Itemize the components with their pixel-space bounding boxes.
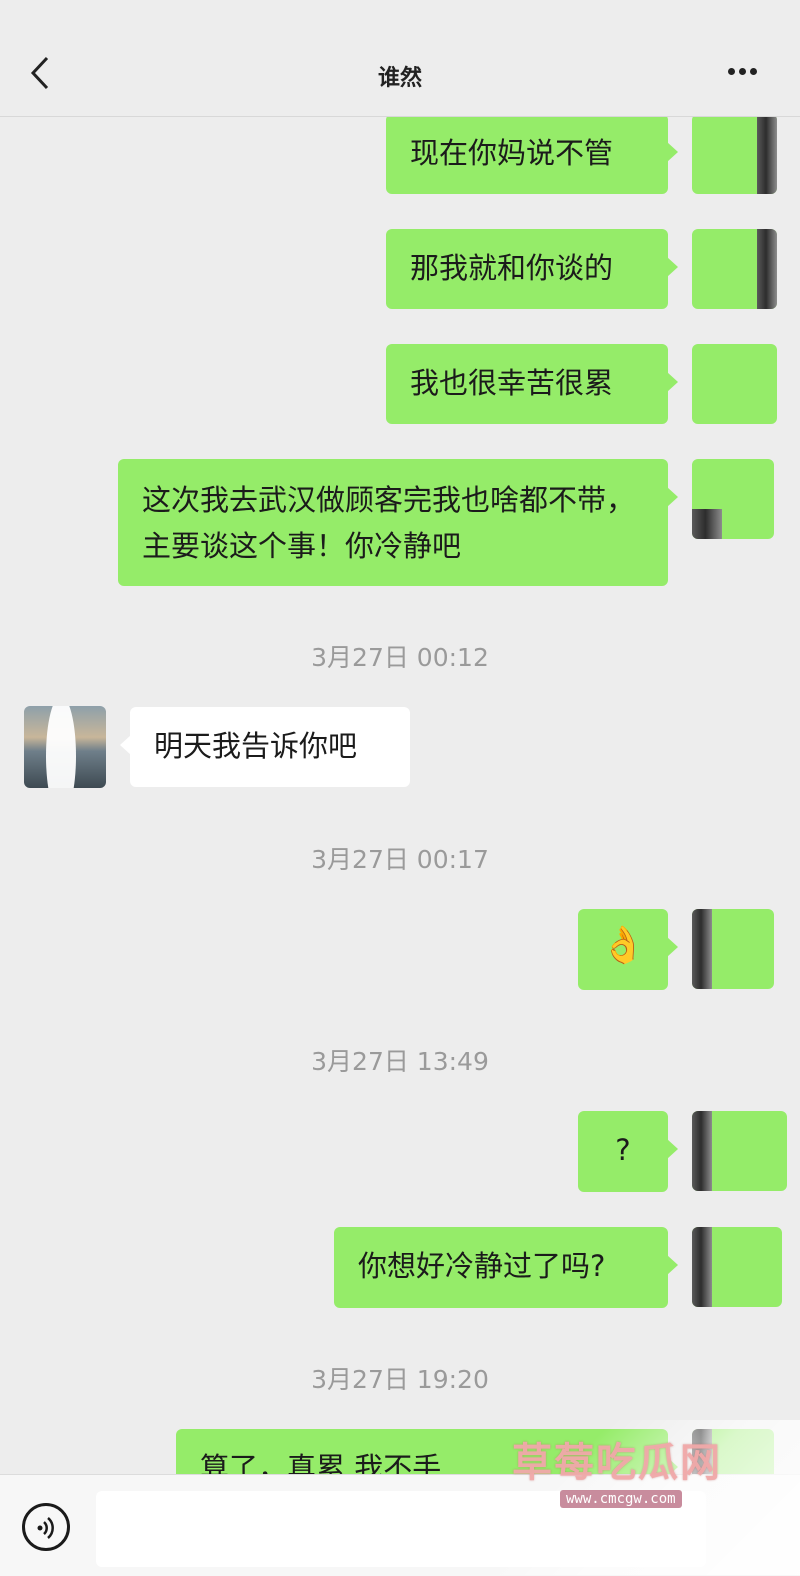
message-bubble-out[interactable]: 那我就和你谈的 [386, 229, 678, 309]
voice-wave-icon [37, 1517, 54, 1539]
watermark-url: www.cmcgw.com [560, 1490, 682, 1508]
ok-hand-emoji: 👌 [600, 925, 646, 966]
message-bubble-out[interactable]: 现在你妈说不管 [386, 114, 678, 194]
message-text: 现在你妈说不管 [410, 136, 614, 170]
site-watermark: 草莓吃瓜网 www.cmcgw.com [500, 1420, 800, 1575]
self-avatar[interactable] [692, 459, 774, 539]
message-bubble-out[interactable]: 👌 [578, 909, 678, 990]
self-avatar[interactable] [692, 229, 777, 309]
self-avatar[interactable] [692, 114, 777, 194]
more-options-icon[interactable] [726, 64, 762, 80]
message-bubble-out[interactable]: 这次我去武汉做顾客完我也啥都不带，主要谈这个事！你冷静吧 [118, 459, 678, 586]
message-bubble-out[interactable]: 你想好冷静过了吗? [334, 1227, 678, 1308]
self-avatar[interactable] [692, 1227, 782, 1307]
message-text: 你想好冷静过了吗? [358, 1249, 606, 1283]
voice-input-button[interactable] [22, 1503, 70, 1551]
timestamp: 3月27日 00:17 [311, 845, 489, 874]
watermark-text: 草莓吃瓜网 [512, 1440, 722, 1486]
message-bubble-out[interactable]: 我也很幸苦很累 [386, 344, 678, 424]
message-text: 明天我告诉你吧 [154, 729, 358, 763]
timestamp: 3月27日 00:12 [311, 643, 489, 672]
contact-name: 谁然 [377, 66, 422, 91]
message-text: 我也很幸苦很累 [410, 366, 614, 400]
self-avatar[interactable] [692, 1111, 787, 1191]
self-avatar[interactable] [692, 344, 777, 424]
message-text: 这次我去武汉做顾客完我也啥都不带，主要谈这个事！你冷静吧 [142, 483, 636, 563]
message-text: 那我就和你谈的 [410, 251, 614, 285]
message-bubble-out[interactable]: ? [578, 1111, 678, 1192]
message-text: ? [615, 1133, 631, 1167]
message-bubble-in[interactable]: 明天我告诉你吧 [120, 707, 410, 787]
timestamp: 3月27日 13:49 [311, 1047, 489, 1076]
chat-thread[interactable]: 现在你妈说不管 那我就和你谈的 我也很幸苦很累 这次我去武汉做顾客完我也啥都不带… [0, 0, 800, 1575]
self-avatar[interactable] [692, 909, 774, 989]
timestamp: 3月27日 19:20 [311, 1365, 489, 1394]
top-bar: 谁然 [0, 0, 800, 117]
contact-avatar[interactable] [24, 706, 106, 788]
